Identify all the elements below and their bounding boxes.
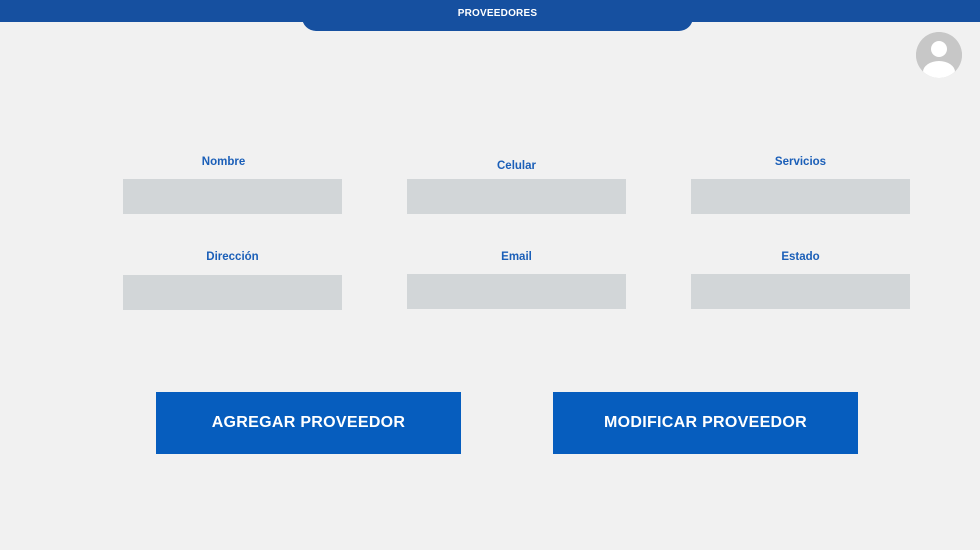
celular-input[interactable] [407,179,626,214]
estado-input[interactable] [691,274,910,309]
celular-label: Celular [497,160,536,172]
servicios-input[interactable] [691,179,910,214]
email-label: Email [501,251,532,263]
page-title-tab: PROVEEDORES [302,0,693,31]
direccion-label: Dirección [206,251,259,263]
add-provider-button[interactable]: AGREGAR PROVEEDOR [156,392,461,454]
nombre-label: Nombre [201,156,246,168]
modify-provider-button[interactable]: MODIFICAR PROVEEDOR [553,392,858,454]
servicios-label: Servicios [774,156,827,168]
direccion-input[interactable] [123,275,342,310]
email-input[interactable] [407,274,626,309]
page-title: PROVEEDORES [457,8,538,19]
nombre-input[interactable] [123,179,342,214]
estado-label: Estado [781,251,820,263]
user-avatar-icon[interactable] [916,32,962,78]
